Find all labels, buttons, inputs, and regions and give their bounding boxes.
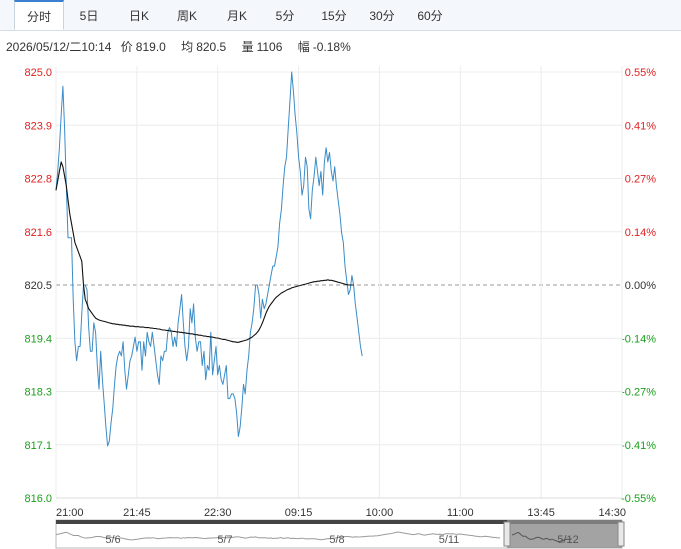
x-tick-label: 14:30 (598, 507, 626, 519)
x-tick-label: 22:30 (204, 507, 232, 519)
navigator-date-label: 5/12 (557, 534, 578, 546)
pct-tick-label: 0.27% (625, 174, 656, 186)
y-tick-label: 821.6 (24, 227, 52, 239)
navigator-date-label: 5/7 (217, 534, 232, 546)
pct-tick-label: 0.41% (625, 120, 656, 132)
navigator-left-handle[interactable] (503, 521, 511, 547)
intraday-chart[interactable]: 825.0 0.55% 823.9 0.41% 822.8 0.27% 821.6 0.14%… (0, 0, 681, 549)
y-tick-label: 818.3 (24, 387, 52, 399)
navigator-right-handle[interactable] (617, 521, 625, 547)
x-tick-label: 21:45 (123, 507, 151, 519)
y-tick-label: 822.8 (24, 174, 52, 186)
pct-tick-label: -0.55% (621, 493, 656, 505)
y-tick-label: 825.0 (24, 67, 52, 79)
average-line (55, 161, 354, 343)
y-tick-label: 820.5 (24, 280, 52, 292)
pct-tick-label: -0.41% (621, 440, 656, 452)
navigator-date-label: 5/11 (439, 534, 460, 546)
pct-tick-label: 0.55% (625, 67, 656, 79)
x-tick-label: 13:45 (527, 507, 555, 519)
pct-tick-label: 0.00% (625, 280, 656, 292)
pct-tick-label: -0.27% (621, 387, 656, 399)
y-tick-label: 819.4 (24, 333, 52, 345)
y-tick-label: 816.0 (24, 493, 52, 505)
pct-tick-label: 0.14% (625, 227, 656, 239)
y-tick-label: 823.9 (24, 120, 52, 132)
y-tick-label: 817.1 (24, 440, 52, 452)
x-tick-label: 21:00 (56, 507, 84, 519)
navigator-date-label: 5/8 (329, 534, 344, 546)
x-tick-label: 09:15 (285, 507, 313, 519)
price-line (55, 71, 363, 447)
x-tick-label: 10:00 (366, 507, 394, 519)
pct-tick-label: -0.14% (621, 333, 656, 345)
navigator-date-label: 5/6 (105, 534, 120, 546)
x-tick-label: 11:00 (447, 507, 474, 519)
